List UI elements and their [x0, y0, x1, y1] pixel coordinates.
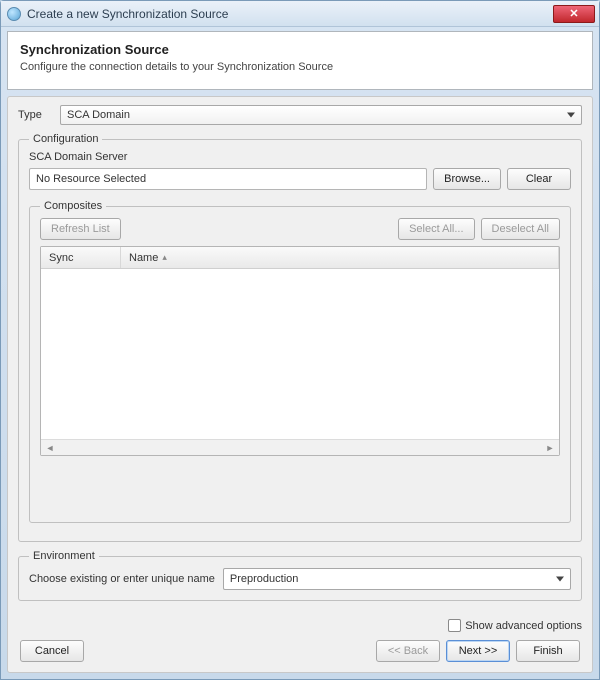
server-field-value: No Resource Selected	[36, 173, 146, 185]
environment-value: Preproduction	[230, 573, 299, 585]
chevron-down-icon	[567, 113, 575, 118]
environment-legend: Environment	[29, 550, 99, 562]
composites-legend: Composites	[40, 200, 106, 212]
column-name[interactable]: Name ▴	[121, 247, 559, 268]
browse-button[interactable]: Browse...	[433, 168, 501, 190]
advanced-row: Show advanced options	[18, 619, 582, 632]
close-icon: ✕	[569, 7, 578, 20]
configuration-fieldset: Configuration SCA Domain Server No Resou…	[18, 133, 582, 542]
column-sync-label: Sync	[49, 252, 73, 264]
select-all-button[interactable]: Select All...	[398, 218, 474, 240]
composites-toolbar: Refresh List Select All... Deselect All	[40, 218, 560, 240]
cancel-button[interactable]: Cancel	[20, 640, 84, 662]
deselect-all-button[interactable]: Deselect All	[481, 218, 560, 240]
type-select[interactable]: SCA Domain	[60, 105, 582, 125]
page-description: Configure the connection details to your…	[20, 61, 580, 73]
table-body	[41, 269, 559, 439]
environment-fieldset: Environment Choose existing or enter uni…	[18, 550, 582, 601]
environment-row: Choose existing or enter unique name Pre…	[29, 568, 571, 590]
composites-table: Sync Name ▴ ◄ ►	[40, 246, 560, 456]
advanced-checkbox[interactable]	[448, 619, 461, 632]
column-sync[interactable]: Sync	[41, 247, 121, 268]
dialog-window: Create a new Synchronization Source ✕ Sy…	[0, 0, 600, 680]
footer: Cancel << Back Next >> Finish	[18, 632, 582, 664]
type-label: Type	[18, 109, 60, 121]
close-button[interactable]: ✕	[553, 5, 595, 23]
finish-button[interactable]: Finish	[516, 640, 580, 662]
column-name-label: Name	[129, 252, 158, 264]
scroll-left-icon[interactable]: ◄	[44, 442, 56, 454]
server-field[interactable]: No Resource Selected	[29, 168, 427, 190]
environment-combobox[interactable]: Preproduction	[223, 568, 571, 590]
refresh-list-button[interactable]: Refresh List	[40, 218, 121, 240]
next-button[interactable]: Next >>	[446, 640, 510, 662]
chevron-down-icon	[556, 577, 564, 582]
server-row: No Resource Selected Browse... Clear	[29, 168, 571, 190]
table-header: Sync Name ▴	[41, 247, 559, 269]
server-label: SCA Domain Server	[29, 151, 571, 163]
configuration-legend: Configuration	[29, 133, 102, 145]
composites-fieldset: Composites Refresh List Select All... De…	[29, 200, 571, 523]
horizontal-scrollbar[interactable]: ◄ ►	[41, 439, 559, 455]
sort-asc-icon: ▴	[162, 252, 167, 263]
dialog-content: Synchronization Source Configure the con…	[1, 27, 599, 679]
window-title: Create a new Synchronization Source	[27, 7, 553, 21]
advanced-label: Show advanced options	[465, 620, 582, 632]
scroll-right-icon[interactable]: ►	[544, 442, 556, 454]
body-panel: Type SCA Domain Configuration SCA Domain…	[7, 96, 593, 673]
environment-prompt: Choose existing or enter unique name	[29, 573, 215, 585]
titlebar: Create a new Synchronization Source ✕	[1, 1, 599, 27]
app-icon	[7, 7, 21, 21]
header-panel: Synchronization Source Configure the con…	[7, 31, 593, 90]
back-button[interactable]: << Back	[376, 640, 440, 662]
clear-button[interactable]: Clear	[507, 168, 571, 190]
type-select-value: SCA Domain	[67, 109, 130, 121]
page-title: Synchronization Source	[20, 42, 580, 57]
type-row: Type SCA Domain	[18, 105, 582, 125]
